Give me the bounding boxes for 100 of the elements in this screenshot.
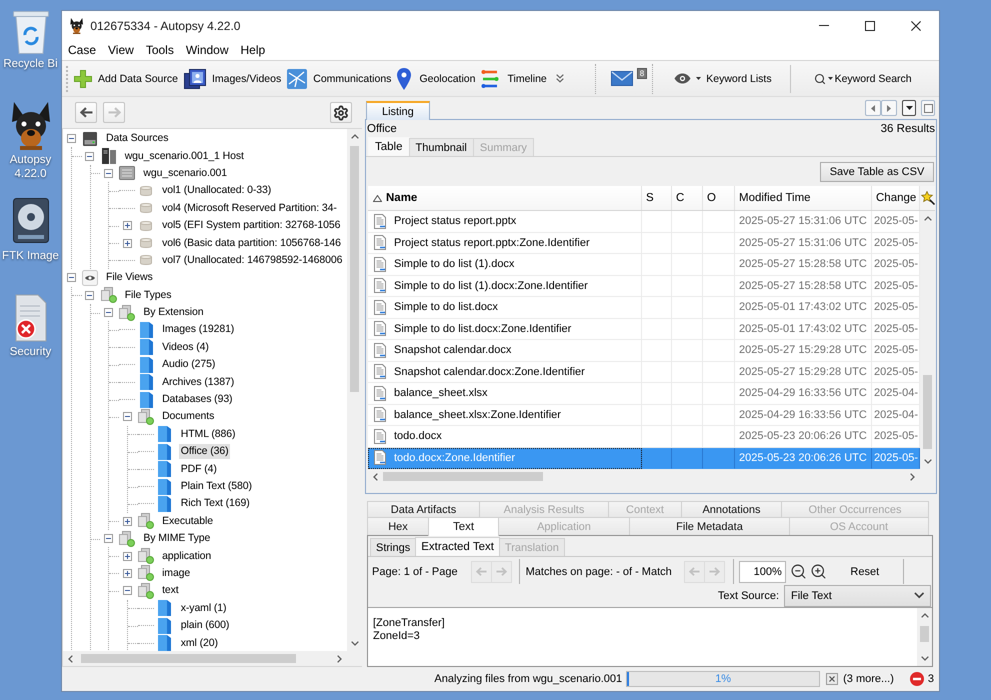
viewer-tab[interactable]: Hex [367, 517, 429, 535]
maximize-pane-button[interactable] [921, 100, 935, 116]
column-header[interactable]: O [703, 186, 735, 210]
reset-button[interactable]: Reset [834, 560, 895, 582]
tree-item[interactable]: Archives (1387) [160, 374, 236, 390]
scrollbar-thumb[interactable] [920, 626, 929, 642]
chevron-left-icon[interactable] [68, 654, 73, 662]
text-view-tab[interactable]: Extracted Text [415, 537, 500, 556]
scroll-left-button[interactable] [865, 100, 881, 116]
view-tab[interactable]: Table [368, 137, 410, 156]
column-header[interactable]: Modified Time [735, 186, 872, 210]
chevron-up-icon[interactable] [924, 216, 932, 221]
minus-box-icon[interactable] [104, 168, 113, 178]
tree-item[interactable]: wgu_scenario.001_1 Host [122, 148, 246, 164]
minus-box-icon[interactable] [104, 534, 113, 544]
plus-box-icon[interactable] [122, 516, 132, 526]
tree-item[interactable]: xml (20) [178, 636, 220, 651]
view-tab[interactable]: Thumbnail [408, 138, 474, 156]
viewer-tab[interactable]: Text [428, 517, 499, 536]
table-row[interactable]: Project status report.pptx 2025-05-27 15:31:06 UTC 2025-05- [368, 211, 920, 232]
table-row[interactable]: balance_sheet.xlsx:Zone.Identifier 2025-04-29 16:33:56 UTC 2025-04- [368, 404, 920, 426]
save-csv-button[interactable]: Save Table as CSV [820, 162, 934, 182]
settings-button[interactable] [330, 102, 352, 123]
horizontal-scrollbar[interactable] [63, 651, 347, 666]
minus-box-icon[interactable] [104, 308, 113, 318]
text-view-tab[interactable]: Strings [370, 538, 416, 556]
chevron-down-icon[interactable] [924, 459, 932, 464]
chevron-right-icon[interactable] [910, 472, 915, 480]
tree-item[interactable]: HTML (886) [178, 426, 238, 442]
tree-item[interactable]: Videos (4) [160, 340, 211, 355]
menu-item[interactable]: Window [180, 41, 234, 59]
plus-box-icon[interactable] [122, 568, 132, 578]
text-source-dropdown[interactable]: File Text [784, 584, 931, 606]
minus-box-icon[interactable] [66, 134, 76, 144]
chevron-up-icon[interactable] [350, 134, 358, 139]
zoom-field[interactable]: 100% [738, 560, 786, 582]
scroll-right-button[interactable] [881, 100, 897, 116]
scrollbar-thumb[interactable] [383, 472, 543, 481]
chevron-down-icon[interactable] [350, 641, 358, 646]
toolbar-button[interactable]: Add Data Source [71, 64, 181, 94]
tree-item[interactable]: Office (36) [178, 444, 230, 460]
back-button[interactable] [75, 102, 97, 123]
tree-item[interactable]: image [160, 566, 192, 581]
scrollbar-thumb[interactable] [350, 146, 359, 392]
column-header[interactable]: C [672, 186, 703, 210]
tree-item[interactable]: Documents [160, 409, 216, 424]
double-chevron-icon[interactable] [556, 74, 564, 83]
no-entry-icon[interactable] [910, 672, 924, 686]
tree-item[interactable]: Images (19281) [160, 322, 236, 338]
toolbar-button[interactable]: Geolocation [394, 64, 478, 94]
scrollbar-thumb[interactable] [81, 654, 296, 663]
tree-item[interactable]: wgu_scenario.001 [141, 166, 230, 181]
vertical-scrollbar[interactable] [347, 129, 362, 651]
tree-item[interactable]: vol4 (Microsoft Reserved Partition: 34- [160, 200, 339, 216]
zoom-out-icon[interactable] [790, 563, 807, 580]
tree-item[interactable]: Executable [160, 514, 216, 529]
toolbar-button[interactable]: Communications [284, 64, 394, 94]
tree-item[interactable]: vol1 (Unallocated: 0-33) [160, 183, 274, 198]
table-row[interactable]: Simple to do list (1).docx 2025-05-27 15:28:58 UTC 2025-05- [368, 254, 920, 276]
tree-item[interactable]: Plain Text (580) [178, 479, 254, 494]
tree-item[interactable]: x-yaml (1) [178, 600, 228, 616]
minus-box-icon[interactable] [85, 290, 94, 300]
table-row[interactable]: Simple to do list (1).docx:Zone.Identifier 2025-05-27 15:28:58 UTC 2025-05- [368, 276, 920, 297]
minus-box-icon[interactable] [85, 152, 94, 161]
minus-box-icon[interactable] [66, 273, 76, 282]
tree-item[interactable]: File Types [122, 288, 174, 303]
menu-item[interactable]: Tools [140, 41, 179, 59]
menu-item[interactable]: Help [236, 41, 270, 59]
tree-item[interactable]: vol7 (Unallocated: 146798592-1468006 [160, 252, 344, 268]
plus-box-icon[interactable] [122, 221, 132, 230]
tree-item[interactable]: By MIME Type [141, 531, 212, 546]
text-area[interactable]: [ZoneTransfer] ZoneId=3 [368, 607, 932, 666]
menu-item[interactable]: View [103, 41, 139, 59]
tree-item[interactable]: vol5 (EFI System partition: 32768-1056 [160, 218, 342, 234]
viewer-tab[interactable]: Annotations [681, 501, 782, 517]
viewer-tab[interactable]: File Metadata [629, 517, 790, 535]
chevron-left-icon[interactable] [373, 472, 378, 480]
more-tasks-link[interactable]: (3 more...) [843, 673, 894, 685]
table-row[interactable]: balance_sheet.xlsx 2025-04-29 16:33:56 UTC 2025-04- [368, 383, 920, 404]
zoom-in-icon[interactable] [810, 563, 827, 580]
plus-box-icon[interactable] [122, 552, 132, 561]
tree-item[interactable]: application [160, 548, 214, 564]
table-row[interactable]: todo.docx 2025-05-23 20:06:26 UTC 2025-05- [368, 426, 920, 448]
tree-item[interactable]: PDF (4) [178, 462, 219, 477]
table-row[interactable]: Snapshot calendar.docx 2025-05-27 15:29:28 UTC 2025-05- [368, 340, 920, 362]
tree-item[interactable]: plain (600) [178, 618, 232, 634]
minus-box-icon[interactable] [122, 586, 132, 596]
chevron-up-icon[interactable] [920, 613, 928, 618]
viewer-tab[interactable]: Data Artifacts [367, 501, 480, 517]
keyword-search-button[interactable]: Keyword Search [810, 64, 915, 94]
close-icon[interactable] [826, 673, 838, 685]
chevron-down-icon[interactable] [920, 656, 928, 661]
plus-box-icon[interactable] [122, 238, 132, 248]
recycle-bin-icon[interactable] [12, 10, 48, 54]
tree-item[interactable]: File Views [104, 270, 155, 286]
minus-box-icon[interactable] [122, 412, 132, 422]
table-row[interactable]: Project status report.pptx:Zone.Identifier 2025-05-27 15:31:06 UTC 2025-05- [368, 232, 920, 254]
tree-item[interactable]: Data Sources [104, 131, 170, 146]
tree-item[interactable]: By Extension [141, 305, 206, 320]
menu-item[interactable]: Case [63, 41, 102, 59]
